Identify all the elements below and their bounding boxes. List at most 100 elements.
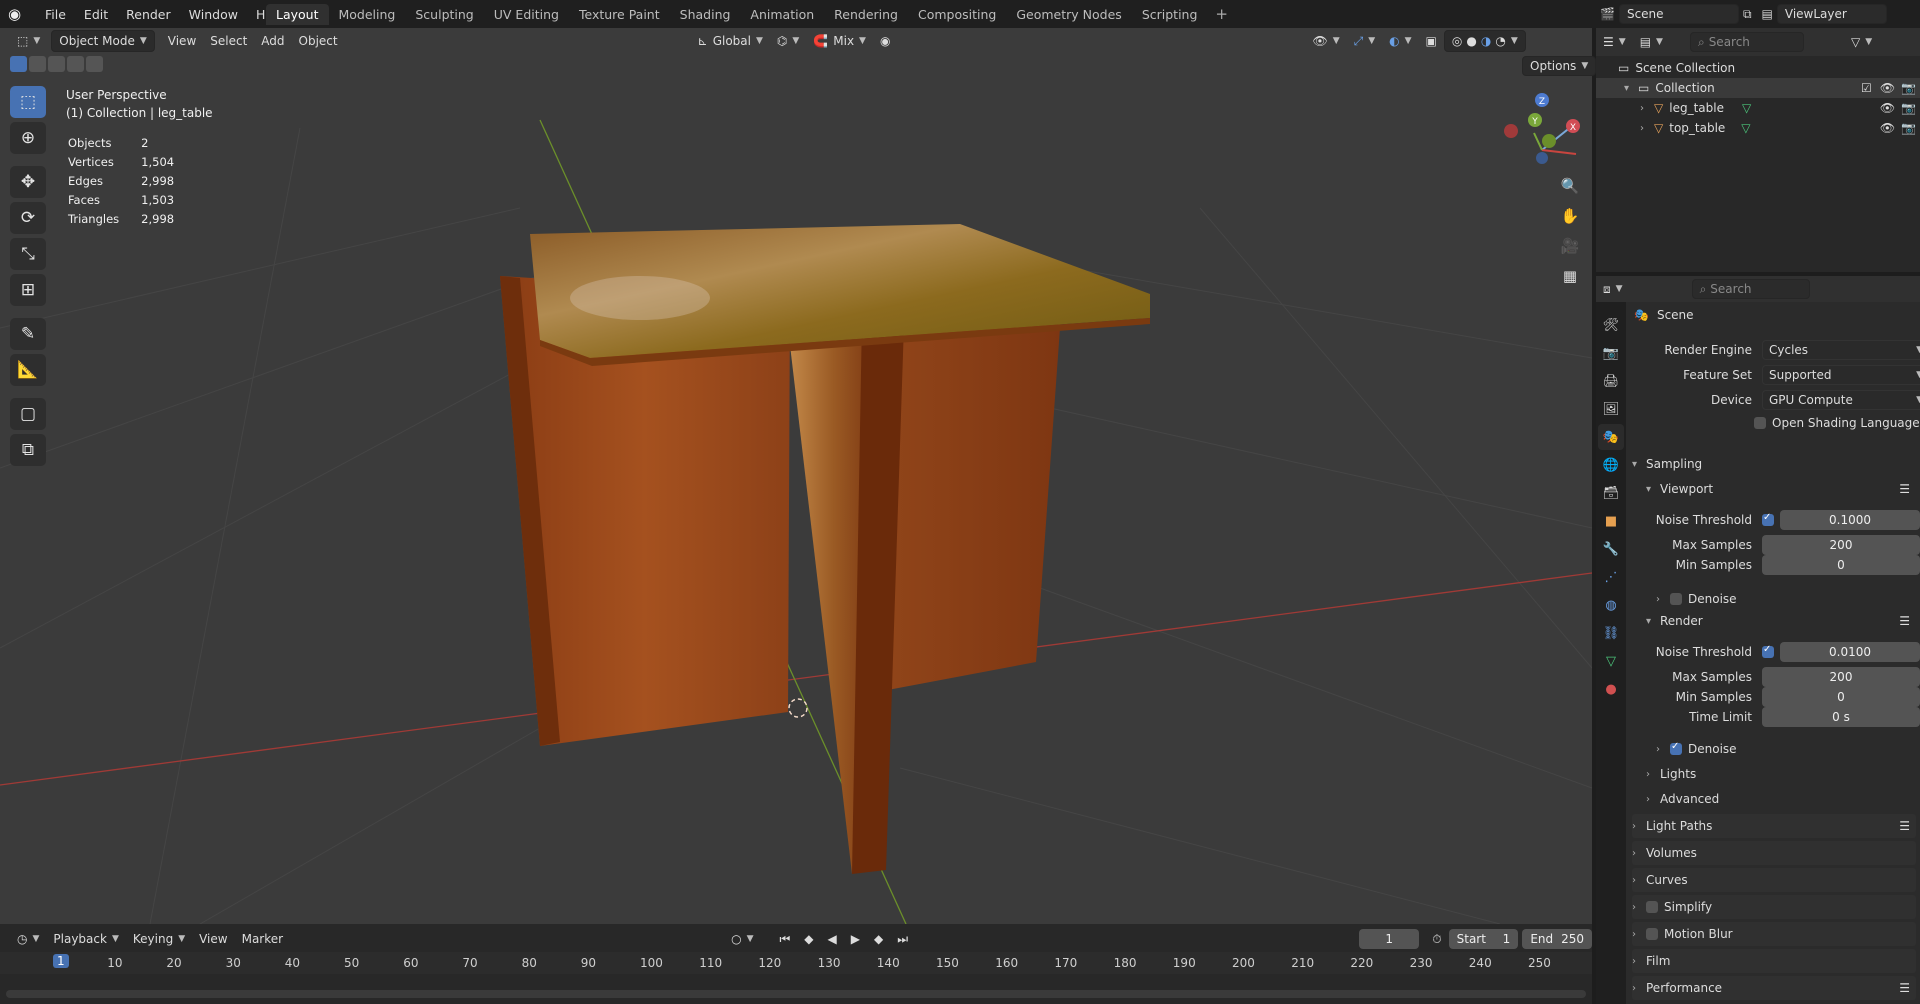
mesh-data-icon[interactable]: ▽ [1742,101,1751,115]
material-shading-icon[interactable]: ◑ [1481,34,1491,48]
vp-denoise-subpanel[interactable]: › Denoise [1656,587,1920,611]
eye-icon[interactable]: 👁 [1880,101,1895,115]
chevron-right-icon[interactable]: › [1640,103,1654,114]
visibility-select[interactable]: 👁 ▼ [1305,30,1346,52]
wireframe-shading-icon[interactable]: ◎ [1452,34,1462,48]
curves-panel[interactable]: › Curves [1632,868,1916,892]
scene-tab-icon[interactable]: 🎭 [1598,424,1624,450]
advanced-subpanel[interactable]: › Advanced [1646,787,1920,811]
select-mode-subtract-icon[interactable] [48,56,65,72]
tab-layout[interactable]: Layout [266,3,329,25]
outliner-editor-type-button[interactable]: ☰ ▼ [1596,31,1633,53]
chevron-down-icon[interactable]: ▾ [1624,83,1638,94]
presets-list-icon[interactable]: ☰ [1899,482,1910,496]
menu-edit[interactable]: Edit [75,7,117,22]
tab-uv-editing[interactable]: UV Editing [484,4,569,25]
marker-menu[interactable]: Marker [235,928,290,950]
end-frame-field[interactable]: End 250 [1522,929,1592,949]
transform-orientation-select[interactable]: ⊾ Global ▼ [691,30,770,52]
r-denoise-subpanel[interactable]: › Denoise [1656,737,1920,761]
checkbox-icon[interactable] [1646,901,1658,913]
world-tab-icon[interactable]: 🌐 [1598,452,1624,478]
timeline-ruler[interactable]: 1 10 20 30 40 50 60 70 80 90 100 110 120 130 140 150 160… [0,952,1592,974]
current-frame-field[interactable]: 1 [1359,929,1420,949]
pivot-select[interactable]: ⌬ ▼ [770,30,806,52]
object-tab-icon[interactable]: ■ [1598,508,1624,534]
viewport-subpanel-header[interactable]: ▾ Viewport ☰ [1646,477,1920,501]
view-layer-select[interactable]: ViewLayer [1776,4,1887,24]
select-mode-intersect-icon[interactable] [86,56,103,72]
r-max-samples-field[interactable]: 200 [1762,667,1920,687]
transform-tool-icon[interactable]: ⊞ [10,274,46,306]
current-frame-indicator[interactable]: 1 [53,954,69,968]
tab-scripting[interactable]: Scripting [1132,4,1208,25]
select-box-tool-icon[interactable]: ⬚ [10,86,46,118]
checkbox-icon[interactable] [1670,593,1682,605]
volumes-panel[interactable]: › Volumes [1632,841,1916,865]
simplify-panel[interactable]: › Simplify [1632,895,1916,919]
view-layer-tab-icon[interactable]: 🖼 [1598,396,1624,422]
select-menu[interactable]: Select [203,30,254,52]
tree-object-top-table[interactable]: › ▽ top_table ▽ 👁 📷 [1596,118,1920,138]
r-time-limit-field[interactable]: 0 s [1762,707,1920,727]
properties-search-input[interactable]: ⌕ Search [1691,279,1810,299]
jump-end-icon[interactable]: ⏭ [890,928,915,950]
menu-render[interactable]: Render [117,7,180,22]
vp-min-samples-field[interactable]: 0 [1762,555,1920,575]
render-tab-icon[interactable]: 📷 [1598,340,1624,366]
timeline-editor-type-button[interactable]: ◷ ▼ [10,928,46,950]
tab-geometry-nodes[interactable]: Geometry Nodes [1006,4,1131,25]
lights-subpanel[interactable]: › Lights [1646,762,1920,786]
shading-buttons[interactable]: ◎ ● ◑ ◔ ▼ [1443,30,1526,52]
options-button[interactable]: Options ▼ [1522,56,1597,76]
rendered-shading-icon[interactable]: ◔ [1495,34,1505,48]
tab-sculpting[interactable]: Sculpting [405,4,483,25]
render-subpanel-header[interactable]: ▾ Render ☰ [1646,609,1920,633]
collection-tab-icon[interactable]: 🗃 [1598,480,1624,506]
vp-noise-threshold-field[interactable]: 0.1000 [1780,510,1920,530]
camera-icon[interactable]: 📷 [1901,81,1916,95]
camera-icon[interactable]: 📷 [1901,121,1916,135]
outliner-search-input[interactable]: ⌕ Search [1689,32,1804,52]
motion-blur-panel[interactable]: › Motion Blur [1632,922,1916,946]
xray-toggle[interactable]: ▣ [1419,30,1444,52]
sampling-panel-header[interactable]: ▾ Sampling [1632,452,1916,476]
checkbox-icon[interactable]: ☑ [1861,81,1872,95]
properties-editor-type-button[interactable]: ⧈ ▼ [1596,278,1630,300]
device-select[interactable]: GPU Compute ▼ [1762,390,1920,410]
select-mode-extend-icon[interactable] [29,56,46,72]
add-workspace-icon[interactable]: + [1207,5,1236,23]
modifier-tab-icon[interactable]: 🔧 [1598,536,1624,562]
snap-select[interactable]: 🧲 Mix ▼ [806,30,873,52]
extrude-tool-icon[interactable]: ⧉ [10,434,46,466]
presets-list-icon[interactable]: ☰ [1899,819,1910,833]
osl-checkbox[interactable]: Open Shading Language [1754,416,1920,430]
chevron-right-icon[interactable]: › [1640,123,1654,134]
material-tab-icon[interactable]: ● [1598,676,1624,702]
auto-keying-toggle[interactable]: ○ ▼ [724,928,760,950]
scene-select[interactable]: Scene [1618,4,1739,24]
annotate-tool-icon[interactable]: ✎ [10,318,46,350]
gizmo-toggle[interactable]: ⤢ ▼ [1347,30,1383,52]
menu-file[interactable]: File [36,7,75,22]
start-frame-field[interactable]: Start 1 [1448,929,1519,949]
physics-tab-icon[interactable]: ◍ [1598,592,1624,618]
menu-window[interactable]: Window [180,7,247,22]
rotate-tool-icon[interactable]: ⟳ [10,202,46,234]
zoom-icon[interactable]: 🔍 [1556,172,1584,200]
tree-collection[interactable]: ▾ ▭ Collection ☑ 👁 📷 [1596,78,1920,98]
filter-icon[interactable]: ▽ ▼ [1844,31,1879,53]
display-mode-button[interactable]: ▤ ▼ [1633,31,1670,53]
solid-shading-icon[interactable]: ● [1466,34,1476,48]
playback-menu[interactable]: Playback ▼ [46,928,125,950]
camera-icon[interactable]: 📷 [1901,101,1916,115]
add-cube-tool-icon[interactable]: ▢ [10,398,46,430]
new-scene-icon[interactable]: ⧉ [1743,7,1752,22]
jump-start-icon[interactable]: ⏮ [772,928,797,950]
jump-keyframe-forward-icon[interactable]: ◆ [867,928,890,950]
keying-menu[interactable]: Keying ▼ [126,928,192,950]
stopwatch-icon[interactable]: ⏱ [1425,928,1448,950]
tree-object-leg-table[interactable]: › ▽ leg_table ▽ 👁 📷 [1596,98,1920,118]
gizmo-x-label[interactable]: X [1570,123,1576,133]
view-menu[interactable]: View [192,928,234,950]
